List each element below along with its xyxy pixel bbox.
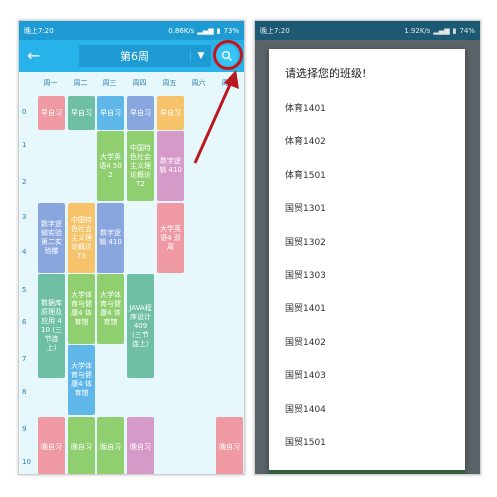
day-label: 周一 xyxy=(43,79,58,87)
class-select-dialog: 请选择您的班级! 体育1401 体育1402 体育1501 国贸1301 国贸1… xyxy=(269,49,465,471)
network-speed: 0.86K/s xyxy=(168,26,195,35)
status-bar: 晚上7:20 0.86K/s ▂▄▆ ▮ 73% xyxy=(19,21,244,40)
course-block[interactable]: 数据库原理及应用 410 (三节连上) xyxy=(38,274,65,378)
class-option[interactable]: 体育1501 xyxy=(269,160,465,193)
app-bar: ← 第6周 ▼ xyxy=(19,40,244,72)
day-label: 周六 xyxy=(191,79,206,87)
dialog-title: 请选择您的班级! xyxy=(285,67,367,80)
day-label: 周五 xyxy=(162,79,177,87)
course-block[interactable]: 中国特色社会主义理论概论T2 xyxy=(127,131,154,201)
course-block[interactable]: 晚自习 xyxy=(216,417,243,474)
course-block[interactable]: 早自习 xyxy=(127,96,154,130)
course-block[interactable]: 早自习 xyxy=(68,96,95,130)
weekday-header: 周一 周二 周三 周四 周五 周六 周日 xyxy=(19,73,244,93)
highlight-circle xyxy=(213,40,243,70)
timetable-screen: 晚上7:20 0.86K/s ▂▄▆ ▮ 73% ← 第6周 ▼ 周一 周二 周… xyxy=(18,20,245,475)
period-label: 0 xyxy=(22,108,27,116)
day-label: 周二 xyxy=(73,79,88,87)
signal-icon: ▂▄▆ xyxy=(197,26,214,35)
course-block[interactable]: 早自习 xyxy=(38,96,65,130)
course-block[interactable]: 晚自习 xyxy=(68,417,95,474)
battery-icon: ▮ xyxy=(452,26,457,35)
class-option[interactable]: 国贸1501 xyxy=(269,427,465,460)
period-column: 0 1 2 3 4 5 6 7 8 9 10 xyxy=(19,93,37,474)
course-block[interactable]: 大学体育与健康4 体育馆 xyxy=(68,345,95,415)
network-speed: 1.92K/s xyxy=(404,26,431,35)
chevron-down-icon: ▼ xyxy=(190,51,211,61)
battery-icon: ▮ xyxy=(216,26,221,35)
status-time: 晚上7:20 xyxy=(260,26,290,35)
course-block[interactable]: 早自习 xyxy=(97,96,124,130)
class-option[interactable]: 国贸1301 xyxy=(269,193,465,226)
period-label: 6 xyxy=(22,318,27,326)
period-label: 4 xyxy=(22,248,27,256)
class-option[interactable]: 国贸1401 xyxy=(269,293,465,326)
day-label: 周三 xyxy=(102,79,117,87)
course-block[interactable]: 大学体育与健康4 体育馆 xyxy=(97,274,124,344)
course-block[interactable]: JAVA程序设计 409 (三节连上) xyxy=(127,274,154,378)
status-time: 晚上7:20 xyxy=(24,26,54,35)
background-strip xyxy=(269,470,465,474)
course-block[interactable]: 大学体育与健康4 体育馆 xyxy=(68,274,95,344)
period-label: 7 xyxy=(22,355,27,363)
course-block[interactable]: 数字逻辑 410 xyxy=(157,131,184,201)
course-block[interactable]: 数字逻辑 410 xyxy=(97,203,124,273)
class-option[interactable]: 国贸1302 xyxy=(269,227,465,260)
week-label: 第6周 xyxy=(120,50,149,63)
course-block[interactable]: 数字逻辑实验第二实验楼 xyxy=(38,203,65,273)
signal-icon: ▂▄▆ xyxy=(433,26,450,35)
day-label: 周日 xyxy=(221,79,236,87)
period-label: 2 xyxy=(22,178,27,186)
class-option[interactable]: 国贸1404 xyxy=(269,394,465,427)
period-label: 9 xyxy=(22,425,27,433)
period-label: 5 xyxy=(22,286,27,294)
course-block[interactable]: 晚自习 xyxy=(97,417,124,474)
class-option[interactable]: 国贸1402 xyxy=(269,327,465,360)
class-option[interactable]: 体育1402 xyxy=(269,126,465,159)
day-label: 周四 xyxy=(132,79,147,87)
class-option[interactable]: 体育1401 xyxy=(269,93,465,126)
course-block[interactable]: 大学英语4 双周 xyxy=(157,203,184,273)
course-block[interactable]: 中国特色社会主义理论概论T3 xyxy=(68,203,95,273)
period-label: 10 xyxy=(22,458,31,466)
class-option[interactable]: 国贸1403 xyxy=(269,360,465,393)
class-select-screen: 晚上7:20 1.92K/s ▂▄▆ ▮ 74% 请选择您的班级! 体育1401… xyxy=(254,20,481,475)
course-block[interactable]: 大学英语4 502 xyxy=(97,131,124,201)
class-option[interactable]: 国贸1303 xyxy=(269,260,465,293)
course-block[interactable]: 晚自习 xyxy=(127,417,154,474)
course-block[interactable]: 晚自习 xyxy=(38,417,65,474)
battery-level: 74% xyxy=(459,26,475,35)
status-bar: 晚上7:20 1.92K/s ▂▄▆ ▮ 74% xyxy=(255,21,480,40)
back-arrow-icon[interactable]: ← xyxy=(27,45,40,67)
period-label: 1 xyxy=(22,141,27,149)
period-label: 3 xyxy=(22,213,27,221)
battery-level: 73% xyxy=(223,26,239,35)
week-dropdown[interactable]: 第6周 ▼ xyxy=(79,45,211,67)
course-block[interactable]: 早自习 xyxy=(157,96,184,130)
period-label: 8 xyxy=(22,388,27,396)
